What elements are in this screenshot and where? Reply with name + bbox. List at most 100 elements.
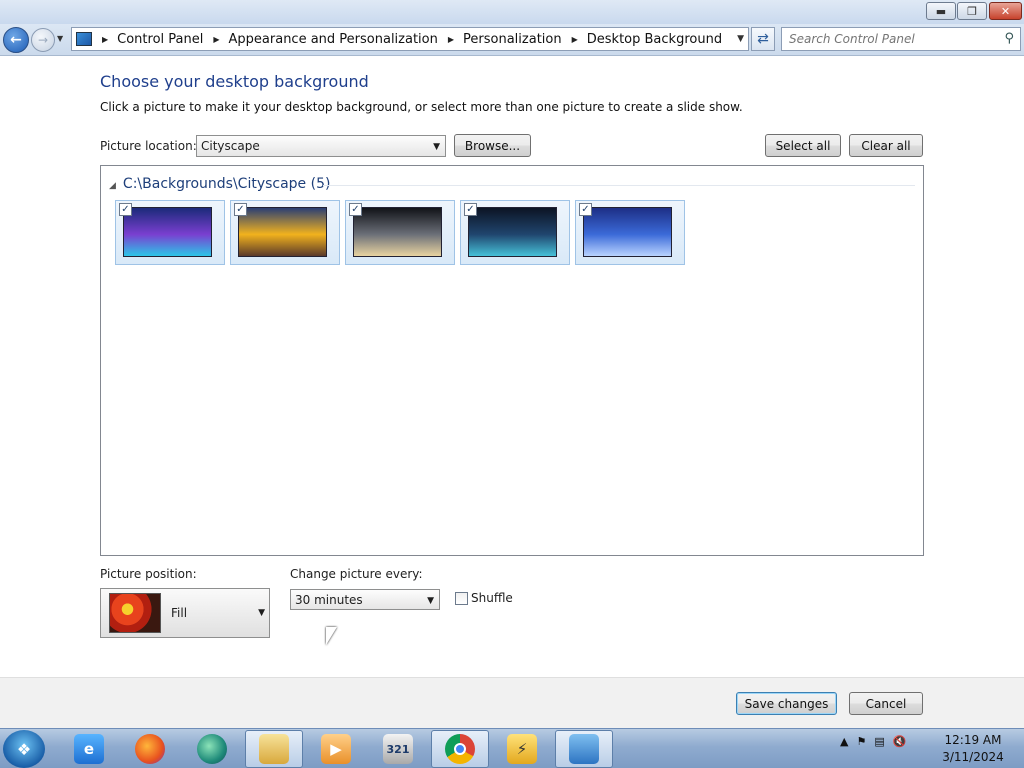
minimize-button[interactable]: ▬ bbox=[926, 2, 956, 20]
collapse-triangle-icon[interactable]: ◢ bbox=[109, 181, 116, 191]
thumbnail-checkbox[interactable]: ✓ bbox=[349, 203, 362, 216]
clear-all-button[interactable]: Clear all bbox=[849, 134, 923, 157]
checkbox-box[interactable] bbox=[455, 591, 468, 605]
picture-gallery[interactable]: ◢ C:\Backgrounds\Cityscape (5) ✓ ✓ ✓ ✓ ✓ bbox=[100, 165, 924, 556]
breadcrumb-appearance[interactable]: Appearance and Personalization bbox=[229, 32, 438, 47]
cancel-button[interactable]: Cancel bbox=[849, 692, 923, 715]
minimize-icon: ▬ bbox=[935, 4, 947, 18]
chrome-icon bbox=[445, 734, 475, 764]
lightning-app-icon: ⚡ bbox=[507, 734, 537, 764]
thumbnail-checkbox[interactable]: ✓ bbox=[464, 203, 477, 216]
taskbar-firefox[interactable] bbox=[121, 730, 179, 768]
thumbnail-checkbox[interactable]: ✓ bbox=[119, 203, 132, 216]
taskbar-file-explorer[interactable] bbox=[245, 730, 303, 768]
taskbar-internet-explorer[interactable]: e bbox=[60, 730, 118, 768]
refresh-button[interactable]: ⇄ bbox=[751, 27, 775, 51]
arrow-left-icon: ← bbox=[10, 32, 22, 48]
thumbnail-4[interactable]: ✓ bbox=[460, 200, 570, 265]
save-changes-button[interactable]: Save changes bbox=[736, 692, 837, 715]
taskbar-chrome[interactable] bbox=[431, 730, 489, 768]
change-picture-label: Change picture every: bbox=[290, 567, 423, 581]
thumbnail-5[interactable]: ✓ bbox=[575, 200, 685, 265]
restore-icon: ❐ bbox=[967, 4, 977, 18]
close-icon: ✕ bbox=[1000, 4, 1011, 18]
close-button[interactable]: ✕ bbox=[989, 2, 1022, 20]
maximize-button[interactable]: ❐ bbox=[957, 2, 987, 20]
taskbar-clock[interactable]: 12:19 AM 3/11/2024 bbox=[940, 732, 1006, 766]
picture-location-value: Cityscape bbox=[201, 139, 260, 153]
taskbar-media-player-classic[interactable]: 321 bbox=[369, 730, 427, 768]
control-panel-icon bbox=[569, 734, 599, 764]
breadcrumb-control-panel[interactable]: Control Panel bbox=[117, 32, 203, 47]
picture-position-select[interactable]: Fill ▼ bbox=[100, 588, 270, 638]
page-title: Choose your desktop background bbox=[100, 72, 369, 91]
recent-pages-dropdown[interactable]: ▼ bbox=[57, 34, 63, 43]
thumbnail-2[interactable]: ✓ bbox=[230, 200, 340, 265]
breadcrumb-desktop-background[interactable]: Desktop Background bbox=[587, 32, 722, 47]
fill-preview-image bbox=[109, 593, 161, 633]
picture-position-label: Picture position: bbox=[100, 567, 197, 581]
firefox-icon bbox=[135, 734, 165, 764]
taskbar-control-panel[interactable] bbox=[555, 730, 613, 768]
group-header-label: C:\Backgrounds\Cityscape (5) bbox=[122, 176, 331, 192]
taskbar-app[interactable] bbox=[183, 730, 241, 768]
change-picture-value: 30 minutes bbox=[295, 592, 363, 607]
search-input[interactable] bbox=[789, 32, 999, 46]
title-bar: ▬ ❐ ✕ bbox=[0, 0, 1024, 24]
volume-muted-icon[interactable]: 🔇 bbox=[893, 735, 907, 748]
windows-logo-icon: ❖ bbox=[16, 739, 32, 759]
internet-explorer-icon: e bbox=[74, 734, 104, 764]
taskbar-media-player[interactable]: ▶ bbox=[307, 730, 365, 768]
media-player-icon: ▶ bbox=[321, 734, 351, 764]
folder-icon bbox=[259, 734, 289, 764]
chevron-down-icon: ▼ bbox=[258, 608, 265, 618]
chevron-down-icon: ▼ bbox=[427, 596, 434, 606]
app-icon bbox=[197, 734, 227, 764]
chevron-right-icon[interactable]: ▶ bbox=[213, 35, 219, 44]
breadcrumb-personalization[interactable]: Personalization bbox=[463, 32, 562, 47]
network-icon[interactable]: ▤ bbox=[874, 735, 884, 748]
thumbnail-image bbox=[353, 207, 442, 257]
thumbnail-image bbox=[123, 207, 212, 257]
thumbnail-checkbox[interactable]: ✓ bbox=[579, 203, 592, 216]
change-picture-select[interactable]: 30 minutes ▼ bbox=[290, 589, 440, 610]
search-box[interactable]: ⚲ bbox=[781, 27, 1021, 51]
chevron-down-icon: ▼ bbox=[433, 142, 440, 152]
page-description: Click a picture to make it your desktop … bbox=[100, 100, 743, 114]
thumbnail-checkbox[interactable]: ✓ bbox=[234, 203, 247, 216]
chevron-right-icon[interactable]: ▶ bbox=[102, 35, 108, 44]
thumbnail-image bbox=[583, 207, 672, 257]
start-button[interactable]: ❖ bbox=[3, 730, 45, 768]
address-bar[interactable]: ▶ Control Panel ▶ Appearance and Persona… bbox=[71, 27, 749, 51]
clock-time: 12:19 AM bbox=[944, 733, 1002, 747]
group-divider bbox=[323, 185, 915, 186]
browse-button[interactable]: Browse... bbox=[454, 134, 531, 157]
thumbnail-image bbox=[468, 207, 557, 257]
shuffle-label: Shuffle bbox=[471, 591, 513, 605]
back-button[interactable]: ← bbox=[3, 27, 29, 53]
picture-location-label: Picture location: bbox=[100, 139, 197, 153]
forward-button[interactable]: → bbox=[31, 28, 55, 52]
refresh-icon: ⇄ bbox=[757, 31, 769, 47]
taskbar-app-2[interactable]: ⚡ bbox=[493, 730, 551, 768]
group-header[interactable]: ◢ C:\Backgrounds\Cityscape (5) bbox=[109, 176, 330, 192]
navigation-bar: ← → ▼ ▶ Control Panel ▶ Appearance and P… bbox=[0, 24, 1024, 56]
select-all-button[interactable]: Select all bbox=[765, 134, 841, 157]
search-icon[interactable]: ⚲ bbox=[1004, 31, 1014, 46]
thumbnail-3[interactable]: ✓ bbox=[345, 200, 455, 265]
thumbnail-image bbox=[238, 207, 327, 257]
chevron-right-icon[interactable]: ▶ bbox=[448, 35, 454, 44]
thumbnail-1[interactable]: ✓ bbox=[115, 200, 225, 265]
action-center-flag-icon[interactable]: ⚑ bbox=[856, 735, 866, 748]
system-tray: ▲ ⚑ ▤ 🔇 bbox=[840, 735, 906, 748]
chevron-down-icon[interactable]: ▼ bbox=[737, 34, 744, 44]
picture-location-select[interactable]: Cityscape ▼ bbox=[196, 135, 446, 157]
picture-position-value: Fill bbox=[171, 606, 188, 620]
chevron-right-icon[interactable]: ▶ bbox=[572, 35, 578, 44]
show-hidden-icons-icon[interactable]: ▲ bbox=[840, 735, 848, 748]
clapperboard-icon: 321 bbox=[383, 734, 413, 764]
shuffle-checkbox[interactable]: Shuffle bbox=[455, 591, 513, 605]
mouse-cursor-icon bbox=[326, 627, 337, 645]
taskbar: ❖ e ▶ 321 ⚡ ▲ ⚑ ▤ 🔇 12:19 AM 3/11/2024 bbox=[0, 728, 1024, 768]
control-panel-icon bbox=[76, 32, 92, 46]
